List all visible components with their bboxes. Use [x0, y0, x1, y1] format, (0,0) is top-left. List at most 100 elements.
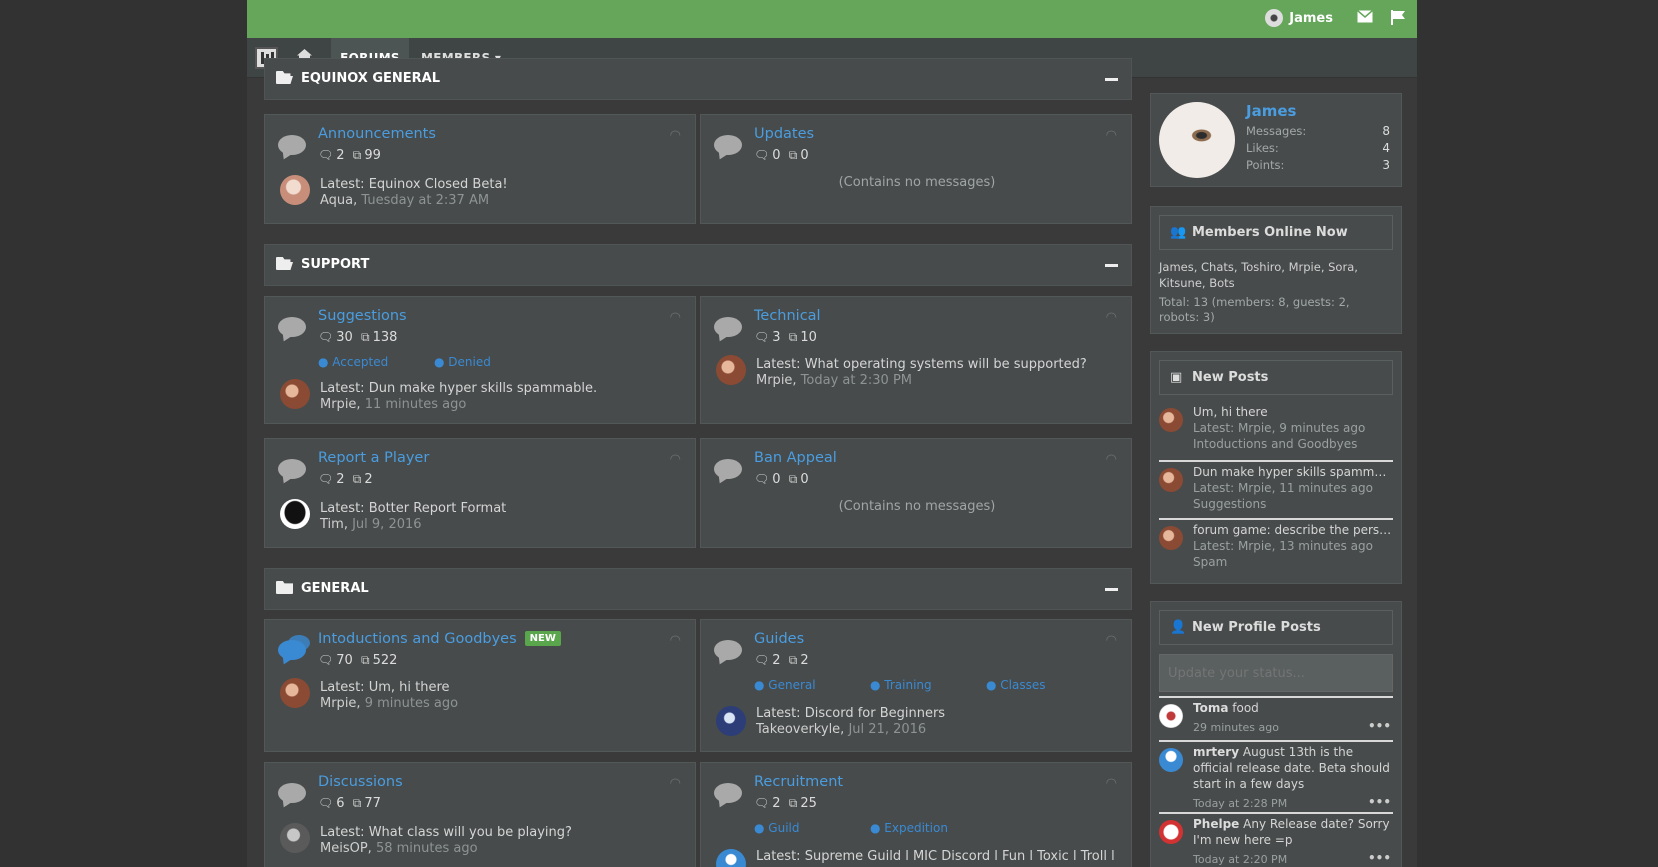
rss-icon[interactable]: ◠ — [670, 633, 681, 648]
category-title: SUPPORT — [301, 257, 370, 272]
latest-post: Latest: Dun make hyper skills spammable.… — [320, 381, 598, 412]
forum-title[interactable]: Suggestions — [318, 308, 407, 324]
avatar[interactable] — [280, 678, 310, 708]
visitor-panel: James Messages: 8 Likes: 4 Points: 3 — [1150, 93, 1402, 187]
chat-bubble-icon — [278, 459, 306, 479]
subforum-link[interactable]: ● Training — [870, 678, 932, 692]
forum-title[interactable]: Announcements — [318, 126, 436, 142]
username: James — [1289, 10, 1333, 26]
empty-forum-text: (Contains no messages) — [838, 175, 996, 190]
avatar — [1159, 408, 1183, 432]
panel-header: ▣ New Posts — [1159, 360, 1393, 395]
folder-open-icon — [276, 257, 293, 270]
avatar[interactable] — [280, 823, 310, 853]
latest-post: Latest: Um, hi there Mrpie, 9 minutes ag… — [320, 680, 459, 711]
forum-title[interactable]: Intoductions and Goodbyes NEW — [318, 631, 561, 647]
forum-title[interactable]: Discussions — [318, 774, 403, 790]
folder-open-icon — [276, 71, 293, 84]
collapse-icon[interactable] — [1105, 588, 1118, 591]
subforum-link[interactable]: ● Classes — [986, 678, 1046, 692]
more-options-icon[interactable]: ••• — [1368, 718, 1391, 734]
post-author[interactable]: mrtery — [1193, 745, 1239, 759]
rss-icon[interactable]: ◠ — [670, 776, 681, 791]
category-support[interactable]: SUPPORT — [264, 244, 1132, 286]
flag-icon[interactable] — [1391, 10, 1405, 29]
new-post-item[interactable]: forum game: describe the person... Lates… — [1159, 522, 1393, 572]
avatar[interactable] — [280, 499, 310, 529]
profile-username[interactable]: James — [1246, 102, 1296, 120]
latest-title[interactable]: Dun make hyper skills spammable. — [369, 381, 597, 396]
latest-title[interactable]: Um, hi there — [369, 680, 450, 695]
latest-post: Latest: Botter Report Format Tim, Jul 9,… — [320, 501, 507, 532]
category-equinox-general[interactable]: EQUINOX GENERAL — [264, 58, 1132, 100]
rss-icon[interactable]: ◠ — [1106, 128, 1117, 143]
chat-bubble-icon — [714, 459, 742, 479]
latest-title[interactable]: What class will you be playing? — [369, 825, 572, 840]
user-menu[interactable]: James — [1265, 9, 1333, 27]
subforum-link[interactable]: ● Guild — [754, 821, 800, 835]
more-options-icon[interactable]: ••• — [1368, 794, 1391, 810]
points-count: 3 — [1382, 158, 1390, 172]
likes-label: Likes: — [1246, 141, 1279, 155]
avatar[interactable] — [1159, 704, 1183, 728]
envelope-icon[interactable] — [1357, 9, 1373, 27]
rss-icon[interactable]: ◠ — [1106, 310, 1117, 325]
collapse-icon[interactable] — [1105, 264, 1118, 267]
rss-icon[interactable]: ◠ — [670, 310, 681, 325]
avatar[interactable] — [716, 706, 746, 736]
forum-node-suggestions: Suggestions 🗨 30 ⧉ 138 ◠ ● Accepted ● Deni… — [264, 296, 696, 424]
latest-title[interactable]: What operating systems will be supported… — [805, 357, 1087, 372]
category-title: EQUINOX GENERAL — [301, 71, 441, 86]
latest-title[interactable]: Equinox Closed Beta! — [369, 177, 508, 192]
user-avatar — [1265, 9, 1284, 27]
new-post-item[interactable]: Dun make hyper skills spammable. Latest:… — [1159, 464, 1393, 514]
collapse-icon[interactable] — [1105, 78, 1118, 81]
forum-title[interactable]: Technical — [754, 308, 821, 324]
rss-icon[interactable]: ◠ — [670, 128, 681, 143]
post-author[interactable]: Phelpe — [1193, 817, 1239, 831]
avatar[interactable] — [280, 175, 310, 205]
forum-title[interactable]: Updates — [754, 126, 814, 142]
forum-node-guides: Guides 🗨 2 ⧉ 2 ◠ ● General ● Training ● Cl… — [700, 619, 1132, 752]
subforum-link[interactable]: ● Denied — [434, 355, 491, 369]
rss-icon[interactable]: ◠ — [1106, 452, 1117, 467]
avatar[interactable] — [716, 849, 746, 867]
post-author[interactable]: Toma — [1193, 701, 1228, 715]
forum-title[interactable]: Ban Appeal — [754, 450, 837, 466]
online-members-list[interactable]: James, Chats, Toshiro, Mrpie, Sora, Kits… — [1159, 259, 1393, 291]
chat-bubble-icon — [714, 135, 742, 155]
subforum-link[interactable]: ● Expedition — [870, 821, 948, 835]
folder-icon — [276, 581, 293, 594]
category-general[interactable]: GENERAL — [264, 568, 1132, 610]
rss-icon[interactable]: ◠ — [670, 452, 681, 467]
rss-icon[interactable]: ◠ — [1106, 633, 1117, 648]
latest-title[interactable]: Supreme Guild l MIC Discord l Fun l Toxi… — [756, 849, 1115, 867]
subforum-link[interactable]: ● Accepted — [318, 355, 388, 369]
forum-stats: 🗨 3 ⧉ 10 — [754, 330, 817, 345]
latest-title[interactable]: Discord for Beginners — [805, 706, 945, 721]
subforum-link[interactable]: ● General — [754, 678, 816, 692]
forum-title[interactable]: Report a Player — [318, 450, 429, 466]
members-online-panel: 👥 Members Online Now James, Chats, Toshir… — [1150, 206, 1402, 334]
forum-node-technical: Technical 🗨 3 ⧉ 10 ◠ Latest: What operatin… — [700, 296, 1132, 424]
top-bar: James — [247, 0, 1417, 38]
latest-title[interactable]: Botter Report Format — [369, 501, 507, 516]
forum-stats: 🗨 6 ⧉ 77 — [318, 796, 381, 811]
avatar[interactable] — [280, 379, 310, 409]
post-time: Today at 2:20 PM — [1193, 853, 1288, 866]
status-input[interactable] — [1159, 654, 1393, 692]
messages-label: Messages: — [1246, 124, 1307, 138]
page: James FORUMS MEMBERS ▾ EQUINOX GENERAL A… — [247, 0, 1417, 867]
forum-stats: 🗨 2 ⧉ 2 — [754, 653, 809, 668]
forum-title[interactable]: Recruitment — [754, 774, 843, 790]
avatar[interactable] — [1159, 820, 1183, 844]
forum-title[interactable]: Guides — [754, 631, 804, 647]
panel-header: 👤 New Profile Posts — [1159, 610, 1393, 645]
new-post-item[interactable]: Um, hi there Latest: Mrpie, 9 minutes ag… — [1159, 404, 1393, 454]
avatar[interactable] — [716, 355, 746, 385]
chat-bubble-icon — [278, 135, 306, 155]
more-options-icon[interactable]: ••• — [1368, 850, 1391, 866]
profile-avatar[interactable] — [1159, 102, 1235, 178]
rss-icon[interactable]: ◠ — [1106, 776, 1117, 791]
avatar[interactable] — [1159, 748, 1183, 772]
